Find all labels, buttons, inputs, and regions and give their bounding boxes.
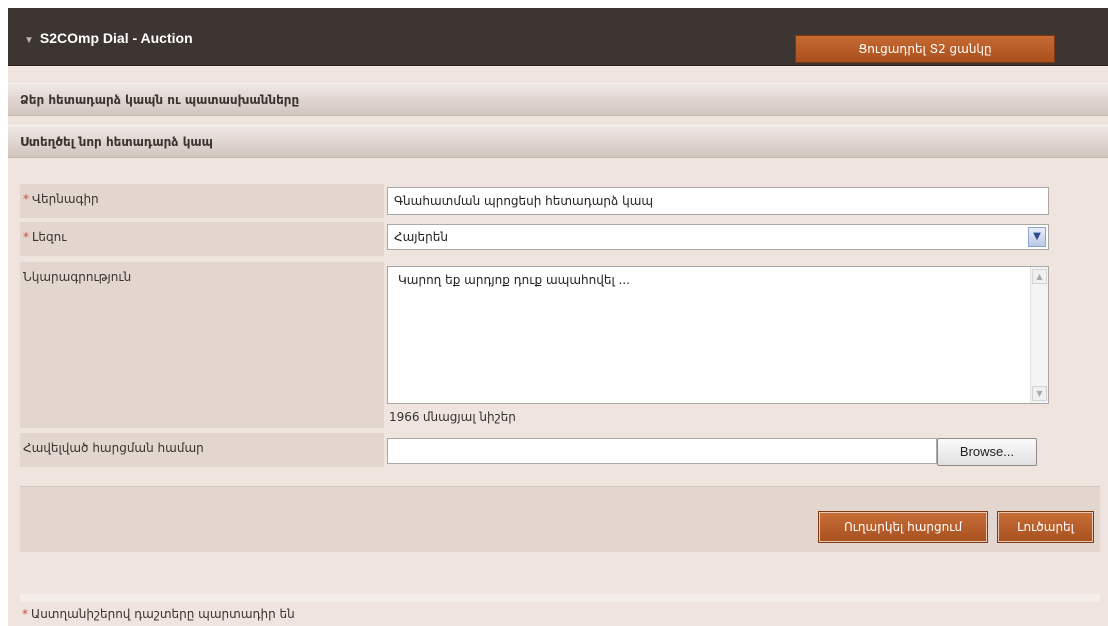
description-label: Նկարագրություն: [23, 270, 132, 284]
scroll-down-icon[interactable]: ▼: [1032, 386, 1047, 401]
submit-request-button[interactable]: Ուղարկել հարցում: [818, 511, 988, 543]
browse-button[interactable]: Browse...: [937, 438, 1037, 466]
title-label: Վերնագիր: [32, 192, 99, 206]
divider: [20, 594, 1100, 602]
app-title[interactable]: ▼ S2COmp Dial - Auction: [24, 30, 193, 46]
attachment-file-input[interactable]: [387, 438, 937, 464]
attachment-label-cell: Հավելված հարցման համար: [20, 433, 384, 467]
required-fields-note: * Աստղանիշերով դաշտերը պարտադիր են: [22, 607, 295, 621]
title-label-cell: * Վերնագիր: [20, 184, 384, 218]
language-label-cell: * Լեզու: [20, 222, 384, 256]
required-asterisk: *: [23, 192, 29, 206]
show-list-button[interactable]: Ցուցադրել Տ2 ցանկը: [795, 35, 1055, 63]
main-content: Ձեր հետադարձ կապն ու պատասխանները Ստեղծե…: [8, 66, 1108, 626]
required-asterisk: *: [23, 230, 29, 244]
window-header: ▼ S2COmp Dial - Auction Ցուցադրել Տ2 ցանկ…: [8, 8, 1108, 66]
remaining-chars-counter: 1966 մնացյալ նիշեր: [389, 410, 516, 424]
clear-button[interactable]: Լուծարել: [997, 511, 1094, 543]
counter-number: 1966: [389, 410, 420, 424]
description-text: Կարող եք արդյոք դուք ապահովել ...: [398, 273, 630, 287]
counter-text: մնացյալ նիշեր: [422, 410, 516, 424]
scroll-up-icon[interactable]: ▲: [1032, 269, 1047, 284]
required-fields-note-text: Աստղանիշերով դաշտերը պարտադիր են: [31, 607, 295, 621]
action-panel: Ուղարկել հարցում Լուծարել: [20, 486, 1100, 552]
language-selected-value: Հայերեն: [394, 230, 448, 244]
language-select[interactable]: Հայերեն ▼: [387, 224, 1049, 250]
collapse-triangle-icon[interactable]: ▼: [24, 35, 34, 46]
app-title-text: S2COmp Dial - Auction: [39, 30, 193, 46]
feedback-form: * Վերնագիր Գնահատման պրոցեսի հետադարձ կապ…: [20, 184, 1100, 474]
description-label-cell: Նկարագրություն: [20, 262, 384, 428]
section-create-feedback[interactable]: Ստեղծել նոր հետադարձ կապ: [8, 125, 1108, 158]
description-textarea[interactable]: Կարող եք արդյոք դուք ապահովել ... ▲ ▼: [387, 266, 1049, 404]
attachment-label: Հավելված հարցման համար: [23, 441, 204, 455]
chevron-down-icon[interactable]: ▼: [1028, 227, 1046, 247]
required-asterisk: *: [22, 607, 28, 621]
title-input[interactable]: Գնահատման պրոցեսի հետադարձ կապ: [387, 187, 1049, 215]
section-your-feedback[interactable]: Ձեր հետադարձ կապն ու պատասխանները: [8, 83, 1108, 116]
language-label: Լեզու: [32, 230, 67, 244]
textarea-scrollbar[interactable]: ▲ ▼: [1030, 267, 1048, 403]
